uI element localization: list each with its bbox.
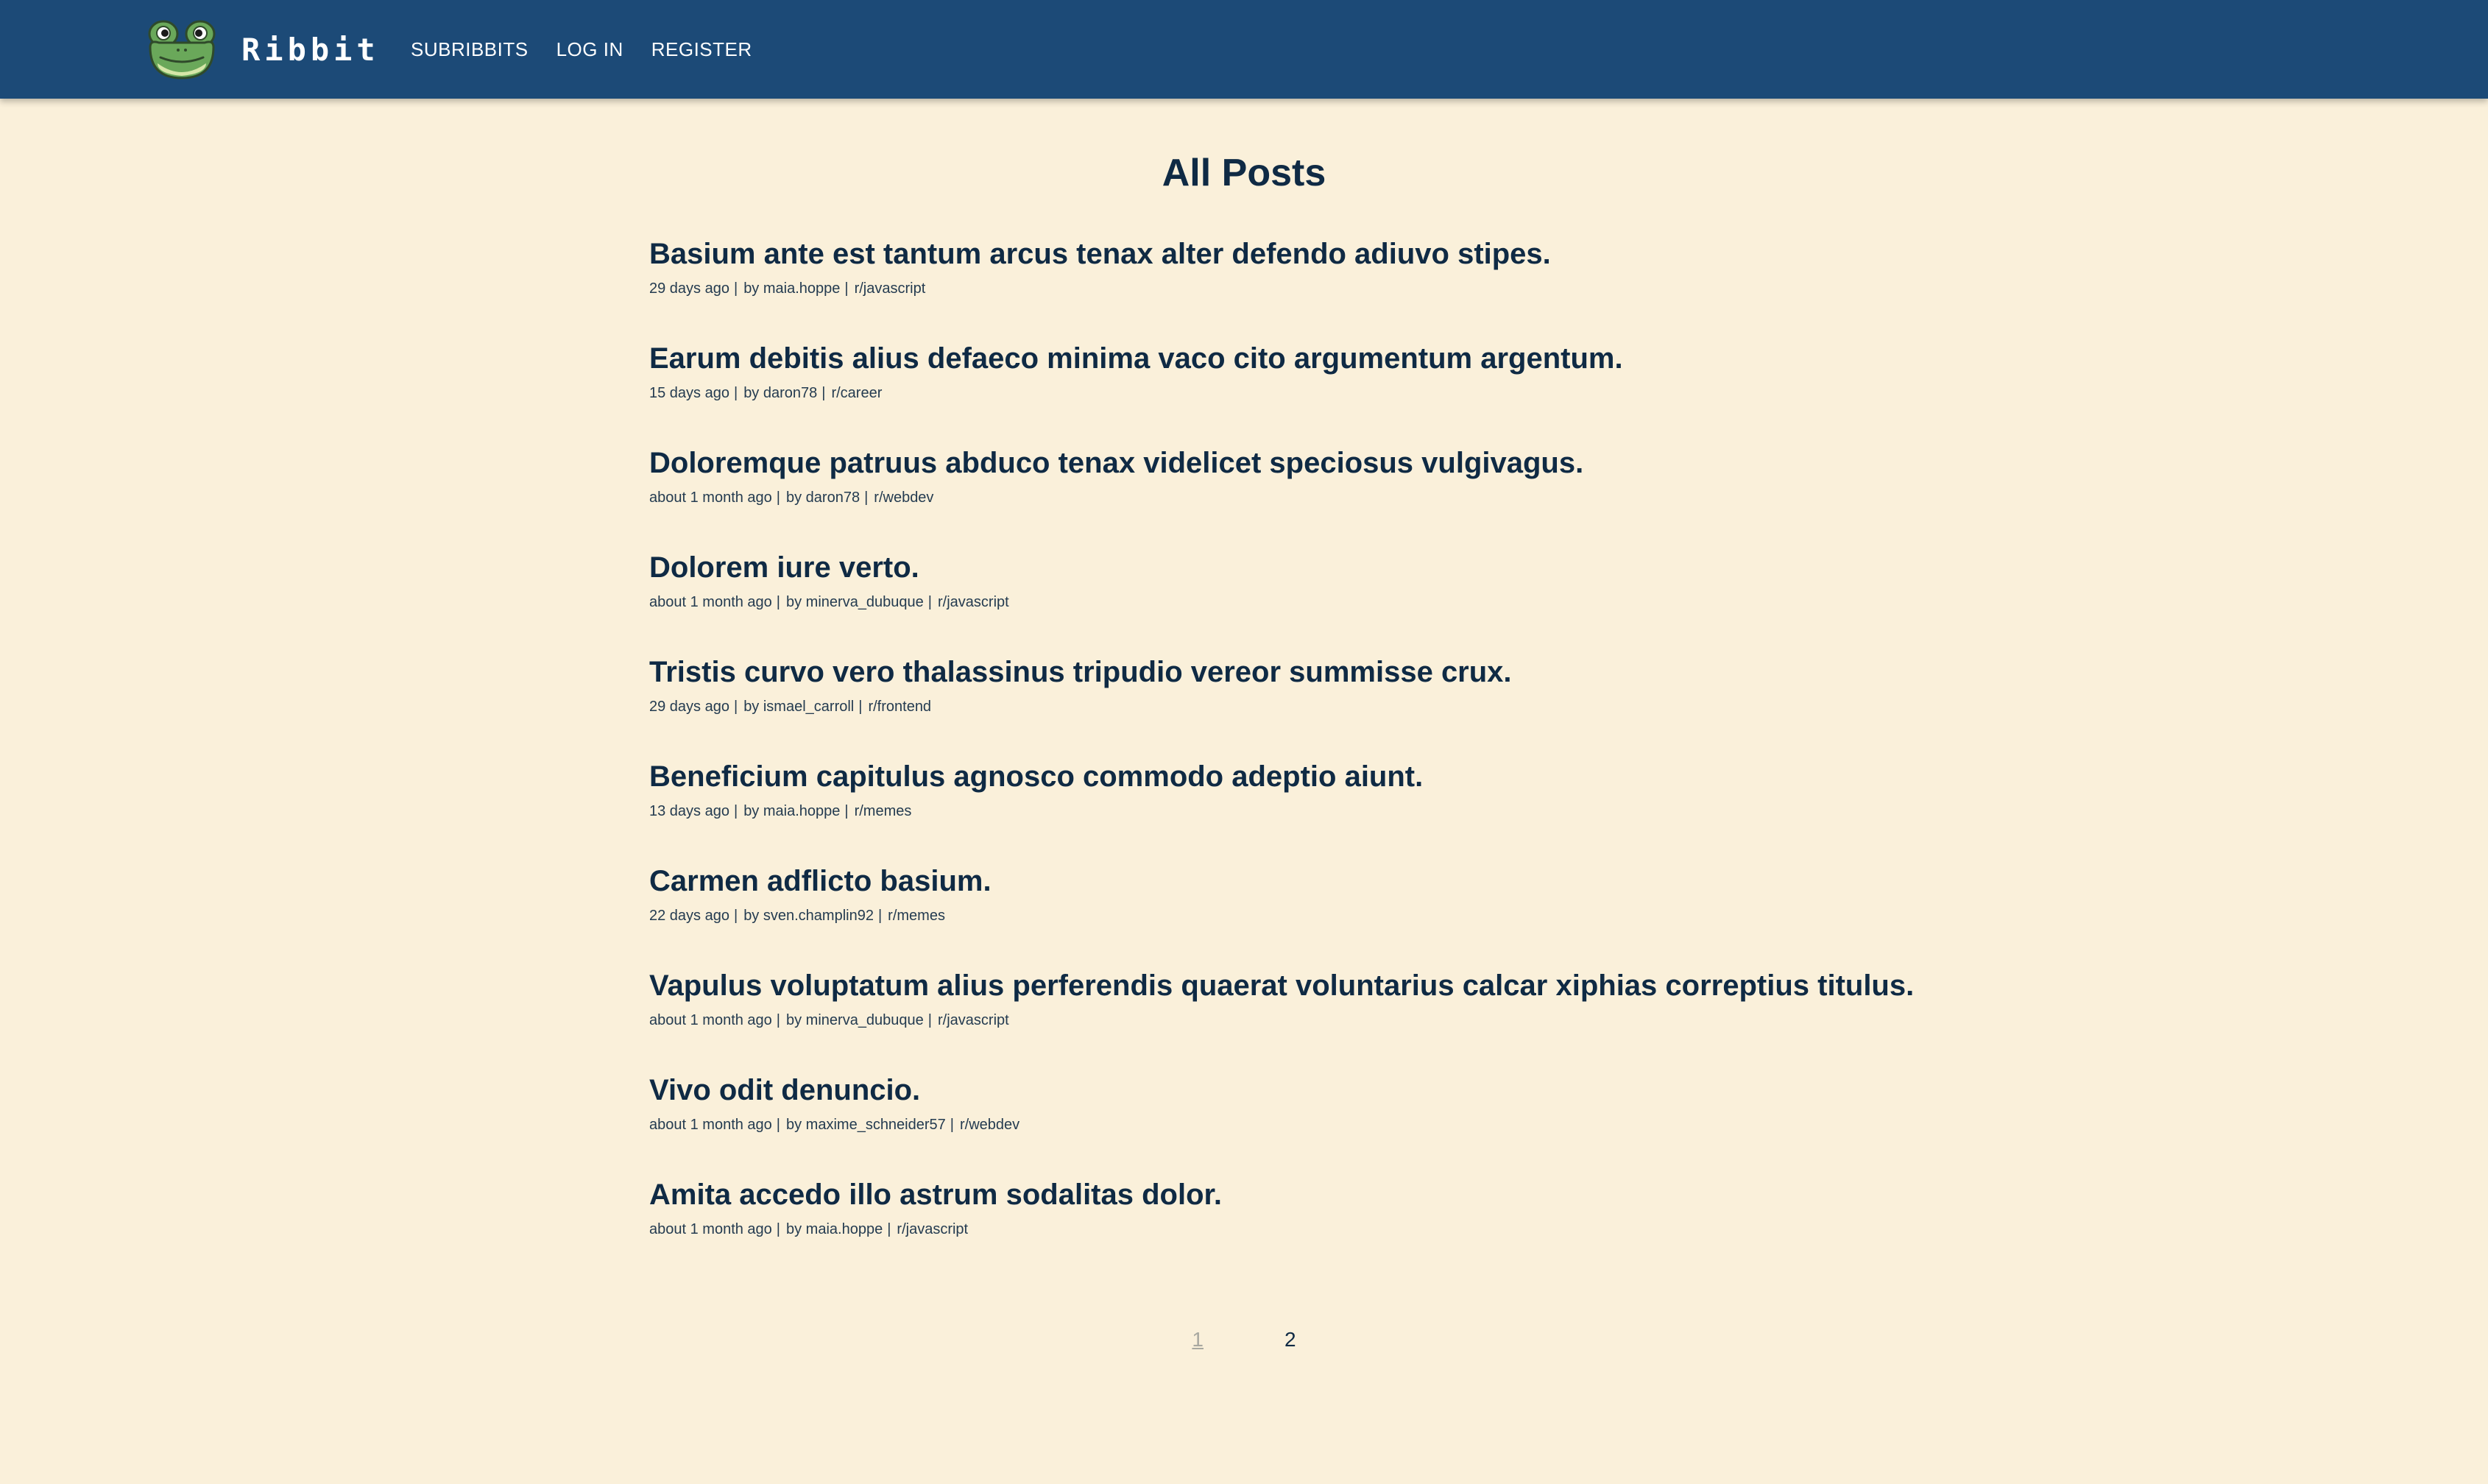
page-1-link[interactable]: 1 — [1192, 1328, 1204, 1352]
meta-separator: | — [733, 908, 738, 924]
post-subribbit[interactable]: r/javascript — [855, 280, 926, 297]
post-time: 22 days ago — [649, 908, 729, 924]
post-item: Amita accedo illo astrum sodalitas dolor… — [649, 1173, 2048, 1278]
meta-separator: | — [927, 1012, 932, 1028]
pagination: 1 2 — [0, 1328, 2488, 1352]
post-list: Basium ante est tantum arcus tenax alter… — [649, 233, 2048, 1278]
post-time: about 1 month ago — [649, 1012, 772, 1028]
post-item: Vapulus voluptatum alius perferendis qua… — [649, 964, 2048, 1069]
post-meta: 29 days ago | by maia.hoppe | r/javascript — [649, 278, 2048, 299]
meta-separator: | — [776, 490, 780, 506]
post-author[interactable]: by daron78 — [743, 385, 817, 401]
post-meta: about 1 month ago | by maia.hoppe | r/javasc… — [649, 1219, 2048, 1240]
post-author[interactable]: by maxime_schneider57 — [786, 1117, 946, 1133]
post-author[interactable]: by minerva_dubuque — [786, 1012, 924, 1028]
post-subribbit[interactable]: r/javascript — [938, 1012, 1009, 1028]
post-meta: 29 days ago | by ismael_carroll | r/frontend — [649, 696, 2048, 717]
page-title: All Posts — [1162, 152, 1326, 194]
post-subribbit[interactable]: r/webdev — [960, 1117, 1019, 1133]
post-title-link[interactable]: Basium ante est tantum arcus tenax alter… — [649, 233, 2048, 275]
meta-separator: | — [733, 385, 738, 401]
page-2-link[interactable]: 2 — [1284, 1328, 1296, 1352]
meta-separator: | — [733, 803, 738, 819]
meta-separator: | — [776, 1117, 780, 1133]
meta-separator: | — [776, 1012, 780, 1028]
meta-separator: | — [877, 908, 883, 924]
post-title-link[interactable]: Tristis curvo vero thalassinus tripudio … — [649, 651, 2048, 693]
meta-separator: | — [864, 490, 869, 506]
top-navbar: Ribbit SUBRIBBITS LOG IN REGISTER — [0, 0, 2488, 99]
post-item: Earum debitis alius defaeco minima vaco … — [649, 337, 2048, 442]
post-item: Carmen adflicto basium. 22 days ago | by s… — [649, 860, 2048, 964]
post-meta: about 1 month ago | by minerva_dubuque | r/j… — [649, 592, 2048, 612]
post-author[interactable]: by ismael_carroll — [743, 699, 854, 715]
post-subribbit[interactable]: r/webdev — [874, 490, 933, 506]
meta-separator: | — [776, 1221, 780, 1237]
post-author[interactable]: by minerva_dubuque — [786, 594, 924, 610]
meta-separator: | — [927, 594, 932, 610]
post-subribbit[interactable]: r/javascript — [897, 1221, 968, 1237]
post-title-link[interactable]: Amita accedo illo astrum sodalitas dolor… — [649, 1173, 2048, 1216]
post-title-link[interactable]: Vivo odit denuncio. — [649, 1069, 2048, 1112]
post-subribbit[interactable]: r/memes — [888, 908, 945, 924]
post-title-link[interactable]: Beneficium capitulus agnosco commodo ade… — [649, 755, 2048, 798]
post-title-link[interactable]: Dolorem iure verto. — [649, 546, 2048, 589]
post-time: about 1 month ago — [649, 1117, 772, 1133]
post-item: Basium ante est tantum arcus tenax alter… — [649, 233, 2048, 337]
post-time: about 1 month ago — [649, 594, 772, 610]
meta-separator: | — [844, 803, 849, 819]
post-author[interactable]: by maia.hoppe — [786, 1221, 883, 1237]
brand-link[interactable]: Ribbit — [146, 16, 380, 82]
nav-register-link[interactable]: REGISTER — [651, 38, 752, 61]
meta-separator: | — [733, 699, 738, 715]
post-meta: 15 days ago | by daron78 | r/career — [649, 383, 2048, 403]
main-nav: SUBRIBBITS LOG IN REGISTER — [411, 0, 780, 99]
post-subribbit[interactable]: r/career — [831, 385, 882, 401]
meta-separator: | — [776, 594, 780, 610]
nav-subribbits-link[interactable]: SUBRIBBITS — [411, 38, 529, 61]
meta-separator: | — [844, 280, 849, 297]
post-item: Dolorem iure verto. about 1 month ago | by… — [649, 546, 2048, 651]
post-time: 29 days ago — [649, 699, 729, 715]
post-title-link[interactable]: Doloremque patruus abduco tenax videlice… — [649, 442, 2048, 484]
post-author[interactable]: by maia.hoppe — [743, 803, 840, 819]
brand-name: Ribbit — [241, 31, 380, 68]
post-author[interactable]: by sven.champlin92 — [743, 908, 874, 924]
meta-separator: | — [733, 280, 738, 297]
post-time: about 1 month ago — [649, 1221, 772, 1237]
post-time: 13 days ago — [649, 803, 729, 819]
post-title-link[interactable]: Carmen adflicto basium. — [649, 860, 2048, 902]
post-item: Doloremque patruus abduco tenax videlice… — [649, 442, 2048, 546]
post-author[interactable]: by daron78 — [786, 490, 860, 506]
nav-login-link[interactable]: LOG IN — [556, 38, 623, 61]
frog-logo-icon — [148, 20, 216, 80]
meta-separator: | — [887, 1221, 891, 1237]
post-time: about 1 month ago — [649, 490, 772, 506]
meta-separator: | — [858, 699, 863, 715]
post-item: Tristis curvo vero thalassinus tripudio … — [649, 651, 2048, 755]
meta-separator: | — [821, 385, 826, 401]
post-time: 15 days ago — [649, 385, 729, 401]
post-meta: about 1 month ago | by maxime_schneider57 |… — [649, 1114, 2048, 1135]
post-meta: 13 days ago | by maia.hoppe | r/memes — [649, 801, 2048, 822]
post-meta: about 1 month ago | by minerva_dubuque | r/j… — [649, 1010, 2048, 1031]
post-title-link[interactable]: Vapulus voluptatum alius perferendis qua… — [649, 964, 2048, 1007]
post-author[interactable]: by maia.hoppe — [743, 280, 840, 297]
meta-separator: | — [950, 1117, 954, 1133]
post-title-link[interactable]: Earum debitis alius defaeco minima vaco … — [649, 337, 2048, 380]
post-subribbit[interactable]: r/memes — [855, 803, 912, 819]
post-meta: about 1 month ago | by daron78 | r/webdev — [649, 487, 2048, 508]
post-meta: 22 days ago | by sven.champlin92 | r/memes — [649, 905, 2048, 926]
post-item: Beneficium capitulus agnosco commodo ade… — [649, 755, 2048, 860]
post-time: 29 days ago — [649, 280, 729, 297]
post-subribbit[interactable]: r/frontend — [868, 699, 931, 715]
post-item: Vivo odit denuncio. about 1 month ago | by… — [649, 1069, 2048, 1173]
post-subribbit[interactable]: r/javascript — [938, 594, 1009, 610]
